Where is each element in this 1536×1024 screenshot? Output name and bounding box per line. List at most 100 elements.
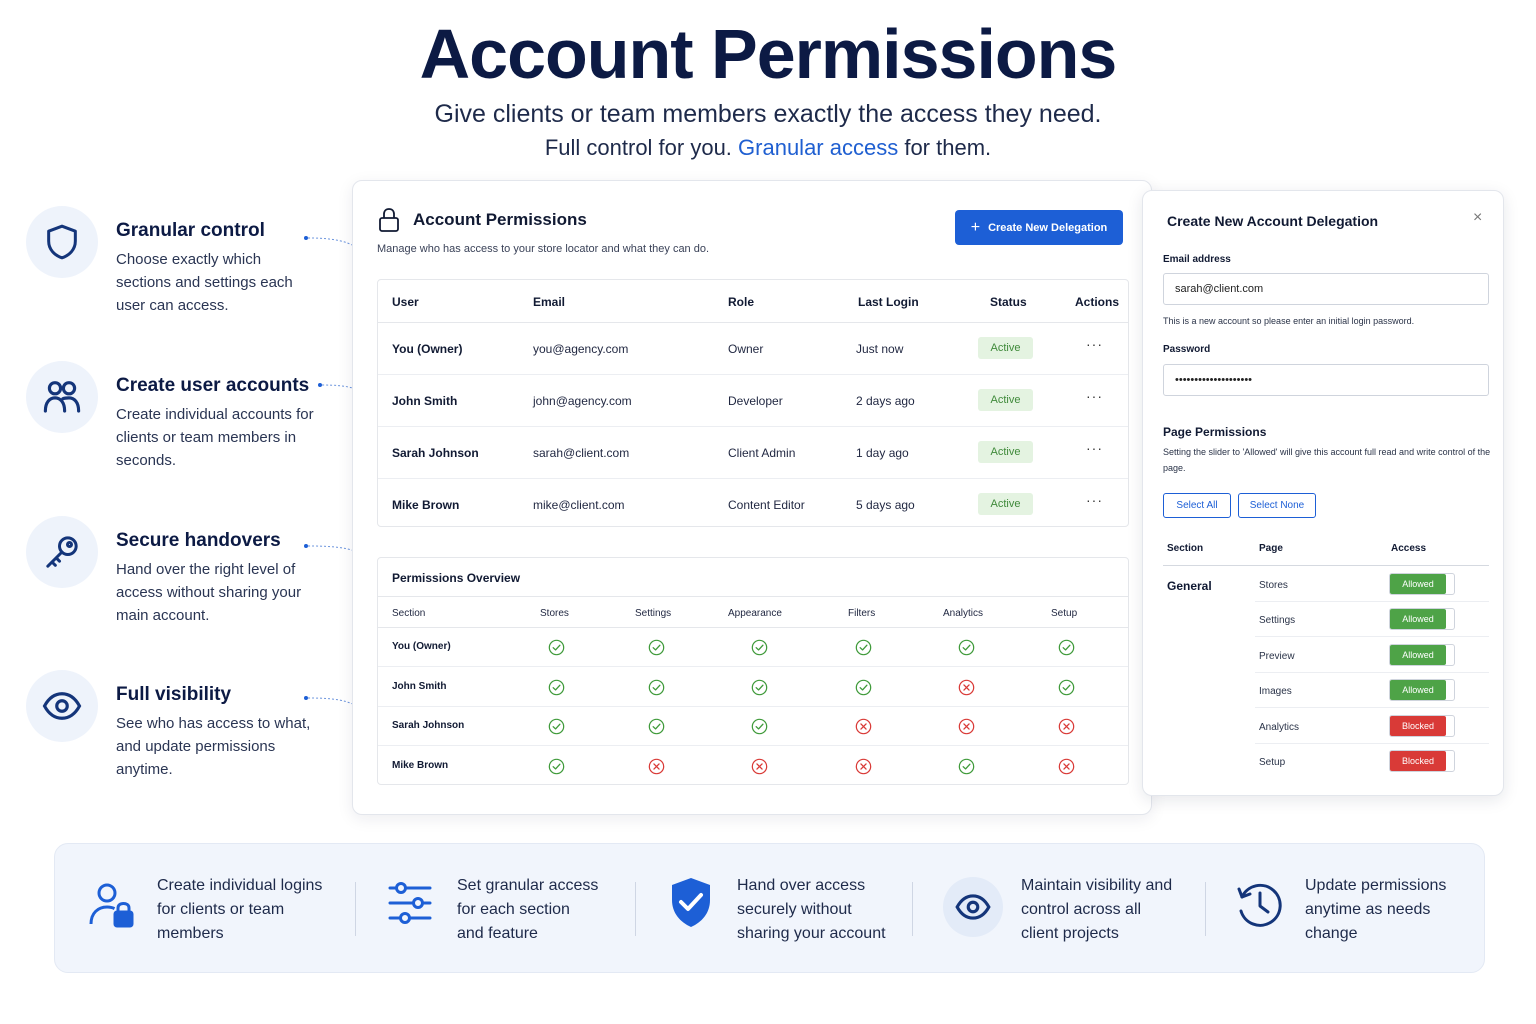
user-name: John Smith — [392, 394, 458, 408]
tagline-prefix: Full control for you. — [544, 135, 739, 160]
more-actions-icon[interactable]: ··· — [1086, 440, 1103, 456]
column-header-email: Email — [533, 295, 566, 309]
benefit-text: Maintain visibility and control across al… — [1021, 877, 1173, 942]
access-toggle[interactable]: Allowed — [1389, 608, 1455, 631]
page-tagline: Full control for you. Granular access fo… — [0, 135, 1536, 161]
x-circle-icon — [958, 718, 975, 735]
create-delegation-button[interactable]: + Create New Delegation — [955, 210, 1123, 245]
check-circle-icon — [1058, 639, 1075, 656]
feature-title: Secure handovers — [116, 530, 281, 551]
user-name: Mike Brown — [392, 498, 460, 512]
status-badge: Active — [978, 441, 1033, 463]
feature-description: See who has access to what, and update p… — [116, 715, 311, 778]
access-toggle[interactable]: Blocked — [1389, 714, 1455, 737]
overview-header: Section Stores Settings Appearance Filte… — [378, 596, 1128, 628]
page-name: Setup — [1259, 757, 1286, 768]
section-group-general: General — [1167, 579, 1212, 593]
page-permissions-title: Page Permissions — [1163, 425, 1267, 439]
feature-icon-circle — [26, 206, 98, 278]
page-permissions-hint: Setting the slider to 'Allowed' will giv… — [1163, 447, 1491, 473]
column-header-role: Role — [728, 295, 755, 309]
status-badge: Active — [978, 493, 1033, 515]
user-email: sarah@client.com — [533, 446, 630, 460]
user-lock-icon — [89, 883, 134, 928]
user-email: john@agency.com — [533, 394, 632, 408]
permissions-overview: Permissions Overview Section Stores Sett… — [377, 557, 1129, 785]
status-badge: Active — [978, 337, 1033, 359]
check-circle-icon — [548, 679, 565, 696]
check-circle-icon — [751, 718, 768, 735]
benefit-text: Hand over access securely without sharing … — [737, 877, 886, 942]
check-circle-icon — [958, 639, 975, 656]
tagline-suffix: for them. — [898, 135, 992, 160]
x-circle-icon — [1058, 718, 1075, 735]
check-circle-icon — [855, 679, 872, 696]
strip-divider — [912, 882, 913, 936]
access-toggle-label: Allowed — [1390, 680, 1446, 701]
user-last-login: 2 days ago — [856, 394, 915, 408]
access-toggle-label: Blocked — [1390, 751, 1446, 771]
email-label: Email address — [1163, 254, 1231, 265]
user-name: Sarah Johnson — [392, 446, 479, 460]
x-circle-icon — [855, 758, 872, 775]
x-circle-icon — [855, 718, 872, 735]
more-actions-icon[interactable]: ··· — [1086, 492, 1103, 508]
user-role: Owner — [728, 342, 764, 356]
permission-row: Analytics Blocked — [1255, 709, 1489, 744]
feature-description: Create individual accounts for clients o… — [116, 406, 314, 469]
table-row: Mike Brown — [378, 747, 1128, 786]
table-row: Sarah Johnson sarah@client.com Client Admi… — [378, 427, 1128, 479]
email-field[interactable] — [1163, 273, 1489, 305]
permission-row: Preview Allowed — [1255, 638, 1489, 673]
benefit-text: Create individual logins for clients or t… — [157, 877, 323, 942]
panel-title: Account Permissions — [413, 210, 587, 229]
strip-divider — [1205, 882, 1206, 936]
feature-description: Hand over the right level of access with… — [116, 561, 302, 624]
benefit-item: Set granular access for each section and f… — [387, 844, 657, 974]
access-toggle[interactable]: Allowed — [1389, 679, 1455, 702]
overview-column-filters: Filters — [848, 608, 876, 619]
overview-row-name: Sarah Johnson — [392, 720, 465, 731]
overview-column-stores: Stores — [540, 608, 569, 619]
user-name: You (Owner) — [392, 342, 463, 356]
overview-row-name: You (Owner) — [392, 641, 451, 652]
table-row: John Smith — [378, 668, 1128, 707]
column-header-last-login: Last Login — [858, 295, 919, 309]
lock-icon — [379, 208, 399, 232]
column-header-actions: Actions — [1075, 295, 1120, 309]
select-none-button[interactable]: Select None — [1238, 493, 1316, 518]
x-circle-icon — [1058, 758, 1075, 775]
feature-title: Full visibility — [116, 684, 232, 705]
feature-title: Create user accounts — [116, 375, 310, 396]
more-actions-icon[interactable]: ··· — [1086, 388, 1103, 404]
access-toggle[interactable]: Blocked — [1389, 750, 1455, 772]
more-actions-icon[interactable]: ··· — [1086, 336, 1103, 352]
table-row: John Smith john@agency.com Developer 2 days… — [378, 375, 1128, 427]
page-name: Settings — [1259, 615, 1296, 627]
permission-row: Images Allowed — [1255, 673, 1489, 709]
modal-header-divider — [1163, 565, 1489, 566]
table-row: Sarah Johnson — [378, 707, 1128, 746]
permission-row: Setup Blocked — [1255, 744, 1489, 779]
overview-row-name: Mike Brown — [392, 759, 449, 771]
key-icon — [46, 536, 78, 568]
select-all-button[interactable]: Select All — [1163, 493, 1231, 518]
feature-description: Choose exactly which sections and settin… — [116, 251, 293, 314]
strip-divider — [635, 882, 636, 936]
overview-row-name: John Smith — [392, 680, 447, 692]
page-subtitle: Give clients or team members exactly the… — [434, 100, 1102, 128]
overview-column-appearance: Appearance — [728, 608, 782, 619]
page-title: Account Permissions — [419, 15, 1118, 93]
user-role: Content Editor — [728, 498, 805, 512]
users-table: User Email Role Last Login Status Action… — [377, 279, 1129, 527]
table-row: Mike Brown mike@client.com Content Editor 5… — [378, 479, 1128, 531]
access-toggle[interactable]: Allowed — [1389, 573, 1455, 595]
access-toggle[interactable]: Allowed — [1389, 643, 1455, 666]
password-field[interactable] — [1163, 364, 1489, 396]
tagline-accent: Granular access — [738, 135, 899, 160]
close-icon[interactable]: × — [1473, 209, 1482, 227]
modal-column-access: Access — [1391, 543, 1427, 554]
status-badge: Active — [978, 389, 1033, 411]
page-name: Images — [1259, 686, 1292, 698]
create-delegation-modal: Create New Account Delegation × Email ad… — [1142, 190, 1504, 796]
